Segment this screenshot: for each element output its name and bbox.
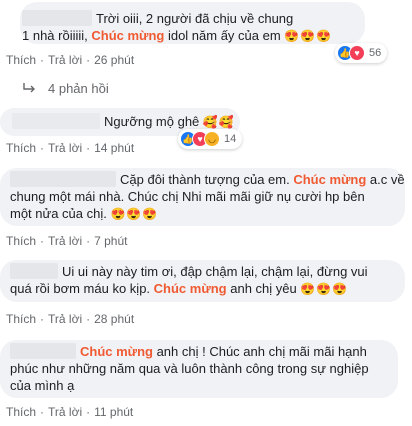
timestamp: 14 phút (94, 141, 135, 155)
separator: · (40, 53, 45, 67)
redacted-name (10, 263, 58, 279)
timestamp: 28 phút (94, 312, 135, 326)
comment-bubble: Trời oiii, 2 người đã chịu về chung 1 nh… (20, 2, 365, 44)
heart-eyes-emoji: 😍😍😍 (300, 282, 349, 296)
reply-link[interactable]: Trả lời (48, 312, 82, 326)
reply-link[interactable]: Trả lời (48, 234, 82, 248)
highlight-text: Chúc mừng (153, 281, 227, 296)
comment-text: Ui ui này này tim ơi, đập chậm lại, chậm… (62, 264, 368, 279)
highlight-text: Chúc mừng (293, 172, 367, 187)
reaction-summary[interactable]: 👍 ♥ ◡ 14 (178, 129, 243, 149)
comment-text: Cặp đôi thành tượng của em. (120, 172, 294, 187)
comment-text-line2: quá rồi bơm máu ko kịp. (10, 281, 154, 296)
comment-text-post: idol năm ấy của em (164, 28, 281, 43)
separator: · (40, 405, 45, 419)
comment-text-post: anh chị ! Chúc anh chị mãi mãi hạnh (152, 344, 367, 359)
heart-eyes-emoji: 😍😍😍 (110, 207, 159, 221)
comment-bubble: Cặp đôi thành tượng của em. Chúc mừng a.… (0, 168, 405, 226)
timestamp: 26 phút (94, 53, 135, 67)
reply-link[interactable]: Trả lời (48, 53, 82, 67)
redacted-name (10, 171, 116, 187)
separator: · (86, 312, 91, 326)
comment-actions: Thích · Trả lời · 7 phút (6, 234, 127, 248)
comment-text-post: anh chị yêu (226, 281, 297, 296)
comment-actions: Thích · Trả lời · 11 phút (6, 405, 133, 419)
comment-text: Ngưỡng mộ ghê (104, 114, 200, 129)
separator: · (86, 141, 91, 155)
reaction-count: 56 (369, 47, 382, 59)
love-reaction-icon: ♥ (349, 45, 365, 61)
like-link[interactable]: Thích (6, 141, 36, 155)
comment-bubble: Chúc mừng anh chị ! Chúc anh chị mãi mãi… (0, 340, 398, 398)
reply-link[interactable]: Trả lời (48, 405, 82, 419)
like-link[interactable]: Thích (6, 234, 36, 248)
reply-arrow-icon (23, 82, 35, 92)
reaction-count: 14 (224, 133, 237, 145)
redacted-name (22, 10, 92, 26)
highlight-text: Chúc mừng (80, 344, 153, 359)
comment-actions: Thích · Trả lời · 26 phút (6, 53, 134, 67)
redacted-name (12, 113, 100, 129)
separator: · (86, 234, 91, 248)
comment-text-line2: chung một mái nhà. Chúc chị Nhi mãi mãi … (10, 189, 365, 204)
redacted-name (10, 343, 76, 359)
comment-text-line2: phúc như những năm qua và luôn thành côn… (10, 361, 369, 376)
heart-eyes-emoji: 😍😍😍 (284, 29, 333, 43)
comment-text-line3: một nửa của chị. (10, 206, 107, 221)
haha-reaction-icon: ◡ (204, 131, 220, 147)
comment-actions: Thích · Trả lời · 28 phút (6, 312, 134, 326)
like-link[interactable]: Thích (6, 405, 36, 419)
replies-count: 4 phản hồi (48, 81, 109, 96)
comment-text-post: a.c về (366, 172, 405, 187)
comment-text-line3: của mình ạ (10, 378, 75, 393)
comment-text-line2: 1 nhà rồiiiii, (22, 28, 92, 43)
view-replies-link[interactable]: 4 phản hồi (22, 81, 109, 96)
comment-actions: Thích · Trả lời · 14 phút (6, 141, 134, 155)
reaction-summary[interactable]: 👍 ♥ 56 (335, 43, 388, 63)
comment-bubble: Ui ui này này tim ơi, đập chậm lại, chậm… (0, 260, 405, 302)
highlight-text: Chúc mừng (91, 28, 165, 43)
timestamp: 11 phút (94, 405, 134, 419)
like-link[interactable]: Thích (6, 312, 36, 326)
timestamp: 7 phút (94, 234, 128, 248)
separator: · (40, 234, 45, 248)
comment-text: Trời oiii, 2 người đã chịu về chung (96, 11, 294, 26)
reply-link[interactable]: Trả lời (48, 141, 82, 155)
separator: · (86, 53, 91, 67)
separator: · (86, 405, 91, 419)
smiling-hearts-emoji: 🥰🥰 (202, 115, 235, 129)
like-link[interactable]: Thích (6, 53, 36, 67)
separator: · (40, 312, 45, 326)
separator: · (40, 141, 45, 155)
